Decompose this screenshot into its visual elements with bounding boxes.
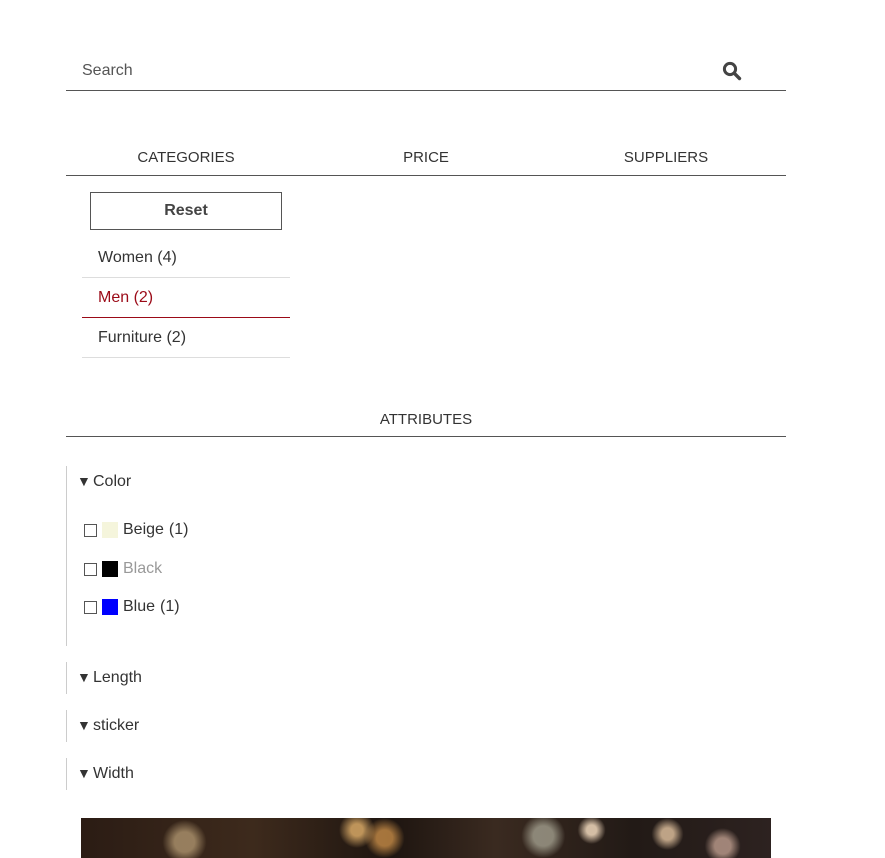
attribute-group-width: ▼ Width (66, 758, 134, 790)
category-item-furniture[interactable]: Furniture (2) (82, 318, 290, 358)
attribute-name: Width (93, 765, 134, 782)
promo-banner-image (81, 818, 771, 858)
category-item-women[interactable]: Women (4) (82, 238, 290, 278)
attribute-group-sticker: ▼ sticker (66, 710, 139, 742)
option-count: (1) (168, 521, 189, 538)
color-option-black[interactable]: Black (84, 559, 162, 579)
attribute-toggle-color[interactable]: ▼ Color (77, 473, 131, 491)
attribute-group-length: ▼ Length (66, 662, 142, 694)
search-icon[interactable] (722, 61, 742, 81)
attributes-heading: ATTRIBUTES (66, 402, 786, 437)
attribute-toggle-length[interactable]: ▼ Length (77, 669, 142, 687)
expand-arrow-icon: ▼ (77, 669, 91, 685)
category-list: Women (4) Men (2) Furniture (2) (82, 238, 290, 358)
option-count: (1) (160, 598, 180, 615)
attribute-toggle-width[interactable]: ▼ Width (77, 765, 134, 783)
color-option-blue[interactable]: Blue (1) (84, 597, 180, 617)
attribute-name: Color (93, 473, 132, 490)
option-label: Blue (123, 598, 156, 615)
checkbox[interactable] (84, 562, 97, 576)
color-swatch (102, 522, 118, 538)
checkbox[interactable] (84, 523, 97, 537)
reset-button[interactable]: Reset (90, 192, 282, 230)
category-item-men[interactable]: Men (2) (82, 278, 290, 318)
option-label: Black (123, 560, 163, 577)
color-swatch (102, 599, 118, 615)
tab-price[interactable]: PRICE (306, 140, 546, 175)
expand-arrow-icon: ▼ (77, 473, 91, 489)
color-swatch (102, 561, 118, 577)
expand-arrow-icon: ▼ (77, 717, 91, 733)
expand-arrow-icon: ▼ (77, 765, 91, 781)
attribute-toggle-sticker[interactable]: ▼ sticker (77, 717, 139, 735)
attribute-group-color: ▼ Color (66, 466, 131, 646)
option-label: Beige (123, 521, 164, 538)
search-input[interactable] (82, 60, 682, 82)
search-bar (66, 52, 786, 91)
attribute-name: Length (93, 669, 142, 686)
tab-suppliers[interactable]: SUPPLIERS (546, 140, 786, 175)
color-option-beige[interactable]: Beige (1) (84, 520, 188, 540)
attribute-name: sticker (93, 717, 140, 734)
tab-categories[interactable]: CATEGORIES (66, 140, 306, 175)
checkbox[interactable] (84, 600, 97, 614)
filter-tabs: CATEGORIES PRICE SUPPLIERS (66, 140, 786, 176)
